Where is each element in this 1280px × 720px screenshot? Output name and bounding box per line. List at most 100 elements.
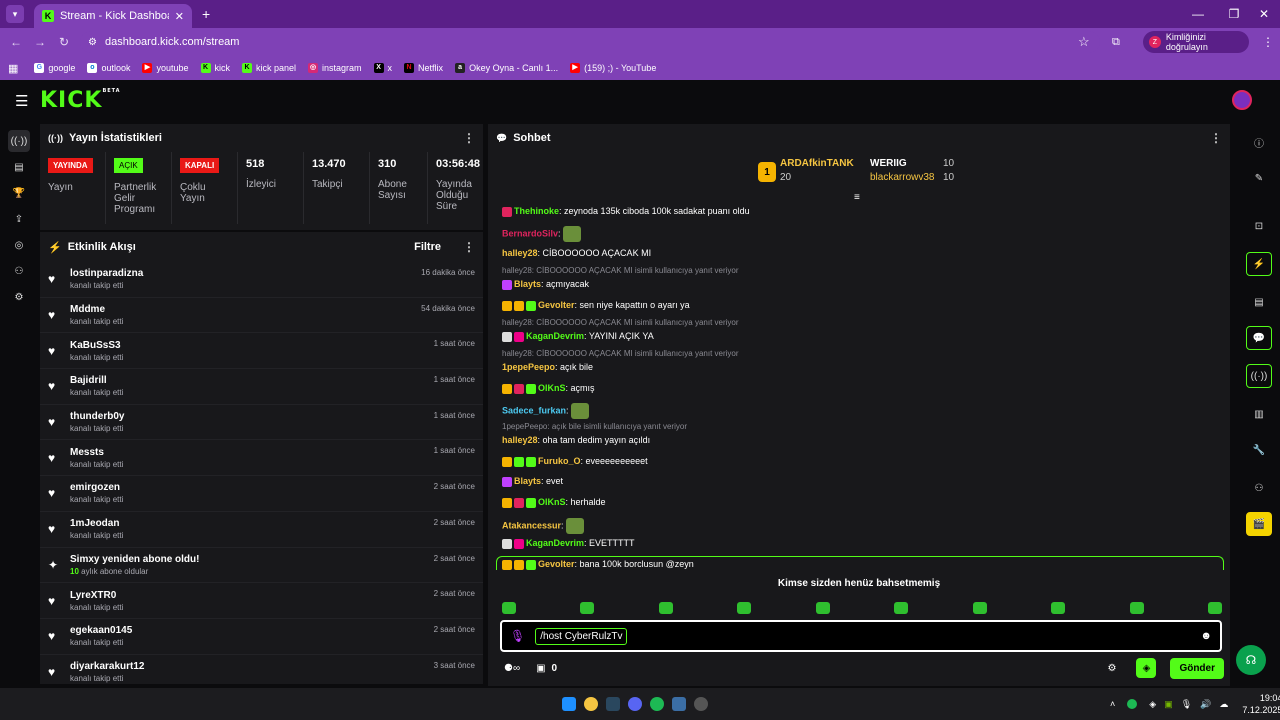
apps-grid-icon[interactable]: ▦ xyxy=(8,62,18,75)
microphone-icon[interactable]: 🎙 xyxy=(510,629,525,643)
bookmark-kick[interactable]: Kkick xyxy=(200,63,230,73)
users-icon[interactable]: ⚇ xyxy=(8,260,30,282)
document-icon[interactable]: ▤ xyxy=(1246,290,1272,314)
clapper-icon[interactable]: 🎬 xyxy=(1246,512,1272,536)
chrome-icon[interactable] xyxy=(584,697,598,711)
bookmark-outlook[interactable]: o outlook xyxy=(87,63,130,73)
quick-actions-icon[interactable]: ⚡ xyxy=(1246,252,1272,276)
close-window-button[interactable]: ✕ xyxy=(1246,0,1280,28)
kick-bot-icon[interactable]: ◈ xyxy=(1136,658,1157,678)
bookmark-star-icon[interactable]: ☆ xyxy=(1078,34,1090,50)
bookmark-netflix[interactable]: N Netflix xyxy=(404,63,443,73)
printer-icon[interactable]: ▥ xyxy=(1246,402,1272,426)
emote-icon[interactable] xyxy=(815,602,830,614)
analytics-icon[interactable]: ▤ xyxy=(8,156,30,178)
emote-icon[interactable] xyxy=(972,602,987,614)
spotify-icon[interactable] xyxy=(650,697,664,711)
support-chat-button[interactable]: ☊ xyxy=(1236,645,1266,675)
emote-icon[interactable] xyxy=(658,602,673,614)
activity-username[interactable]: Mddme xyxy=(70,304,123,315)
steam-2-icon[interactable] xyxy=(672,697,686,711)
tray-mic-icon[interactable]: 🎙 xyxy=(1181,699,1192,710)
chat-username[interactable]: 1pepePeepo xyxy=(502,362,555,372)
browser-menu-icon[interactable]: ⋮ xyxy=(1262,35,1274,49)
activity-username[interactable]: thunderb0y xyxy=(70,411,124,422)
activity-username[interactable]: 1mJeodan xyxy=(70,518,123,529)
chat-username[interactable]: Blayts xyxy=(514,476,541,486)
forward-button[interactable]: → xyxy=(28,35,52,49)
camera-icon[interactable]: ◎ xyxy=(8,234,30,256)
chat-username[interactable]: KaganDevrim xyxy=(526,538,584,548)
emoji-picker-icon[interactable]: ☻ xyxy=(1200,630,1212,642)
chat-username[interactable]: KaganDevrim xyxy=(526,331,584,341)
leader-3-name[interactable]: blackarrowv38 xyxy=(870,172,934,183)
chat-username[interactable]: Sadece_furkan xyxy=(502,405,566,415)
activity-username[interactable]: Simxy yeniden abone oldu! xyxy=(70,554,199,565)
site-info-icon[interactable]: ⚙ xyxy=(88,37,97,48)
scan-icon[interactable]: ⊡ xyxy=(1246,214,1272,238)
activity-username[interactable]: LyreXTR0 xyxy=(70,590,123,601)
user-avatar[interactable] xyxy=(1232,90,1252,110)
tab-close-icon[interactable]: ✕ xyxy=(175,10,184,23)
bookmark-kick-panel[interactable]: Kkick panel xyxy=(242,63,296,73)
chat-username[interactable]: Atakancessur xyxy=(502,520,561,530)
new-tab-button[interactable]: + xyxy=(202,6,210,22)
bookmark-okey[interactable]: a Okey Oyna - Canlı 1... xyxy=(455,63,558,73)
upload-icon[interactable]: ⇪ xyxy=(8,208,30,230)
emotes-icon[interactable]: ⚈∞ xyxy=(504,663,520,674)
chat-settings-icon[interactable]: ⚙ xyxy=(1107,663,1116,674)
tab-search-button[interactable]: ▾ xyxy=(6,5,24,23)
back-button[interactable]: ← xyxy=(4,35,28,49)
reload-button[interactable]: ↻ xyxy=(52,35,76,49)
leader-2-name[interactable]: WERIIG xyxy=(870,158,907,169)
kick-logo[interactable]: KICKBETA xyxy=(40,88,121,113)
tray-steam-icon[interactable]: ◈ xyxy=(1149,699,1156,710)
emote-icon[interactable] xyxy=(737,602,752,614)
bookmark-youtube-2[interactable]: ▶ (159) ;) - YouTube xyxy=(570,63,656,73)
emote-icon[interactable] xyxy=(1051,602,1066,614)
url-field[interactable]: ⚙ dashboard.kick.com/stream xyxy=(80,31,1100,53)
chat-username[interactable]: halley28 xyxy=(502,435,538,445)
chat-username[interactable]: OlKnS xyxy=(538,497,566,507)
chat-username[interactable]: halley28 xyxy=(502,248,538,258)
emote-icon[interactable] xyxy=(502,602,516,614)
wrench-icon[interactable]: 🔧 xyxy=(1246,438,1272,462)
chat-filter-icon[interactable]: ≡ xyxy=(854,192,860,203)
activity-username[interactable]: Bajidrill xyxy=(70,375,123,386)
leader-1-name[interactable]: ARDAfkinTANK xyxy=(780,158,854,169)
chat-username[interactable]: OlKnS xyxy=(538,383,566,393)
chat-username[interactable]: Furuko_O xyxy=(538,456,581,466)
chat-username[interactable]: BernardoSilv xyxy=(502,228,558,238)
bookmark-youtube[interactable]: ▶ youtube xyxy=(142,63,189,73)
activity-username[interactable]: lostinparadizna xyxy=(70,268,143,279)
trophy-icon[interactable]: 🏆 xyxy=(8,182,30,204)
users-group-icon[interactable]: ⚇ xyxy=(1246,476,1272,500)
chat-toggle-icon[interactable]: 💬 xyxy=(1246,326,1272,350)
windows-start-icon[interactable] xyxy=(562,697,576,711)
tray-chevron-icon[interactable]: ˄ xyxy=(1110,699,1115,709)
bookmark-x[interactable]: Xx xyxy=(373,63,392,73)
bookmark-google[interactable]: Ggoogle xyxy=(34,63,75,73)
activity-username[interactable]: emirgozen xyxy=(70,482,123,493)
activity-more-icon[interactable]: ⋮ xyxy=(463,240,475,254)
bookmark-instagram[interactable]: ◎ instagram xyxy=(308,63,362,73)
settings-gear-icon[interactable]: ⚙ xyxy=(8,286,30,308)
tray-volume-icon[interactable]: 🔊 xyxy=(1200,699,1211,710)
chat-username[interactable]: Thehinoke xyxy=(514,206,559,216)
send-button[interactable]: Gönder xyxy=(1170,657,1224,679)
emote-icon[interactable] xyxy=(1129,602,1144,614)
hamburger-menu-icon[interactable]: ☰ xyxy=(15,92,28,110)
filter-button[interactable]: Filtre xyxy=(414,241,441,253)
identity-button[interactable]: Z Kimliğinizi doğrulayın xyxy=(1143,31,1249,53)
chat-more-icon[interactable]: ⋮ xyxy=(1210,131,1222,145)
tray-spotify-icon[interactable] xyxy=(1127,699,1138,709)
activity-username[interactable]: KaBuSsS3 xyxy=(70,340,123,351)
chat-username[interactable]: Blayts xyxy=(514,279,541,289)
emote-icon[interactable] xyxy=(894,602,909,614)
discord-icon[interactable] xyxy=(628,697,642,711)
activity-username[interactable]: diyarkarakurt12 xyxy=(70,661,145,672)
chat-username[interactable]: Gevolter xyxy=(538,300,575,310)
chat-input-box[interactable]: 🎙 /host CyberRulzTv ☻ xyxy=(500,620,1222,652)
extensions-icon[interactable]: ⧉ xyxy=(1112,36,1120,49)
info-icon[interactable]: ⓘ xyxy=(1246,130,1272,154)
